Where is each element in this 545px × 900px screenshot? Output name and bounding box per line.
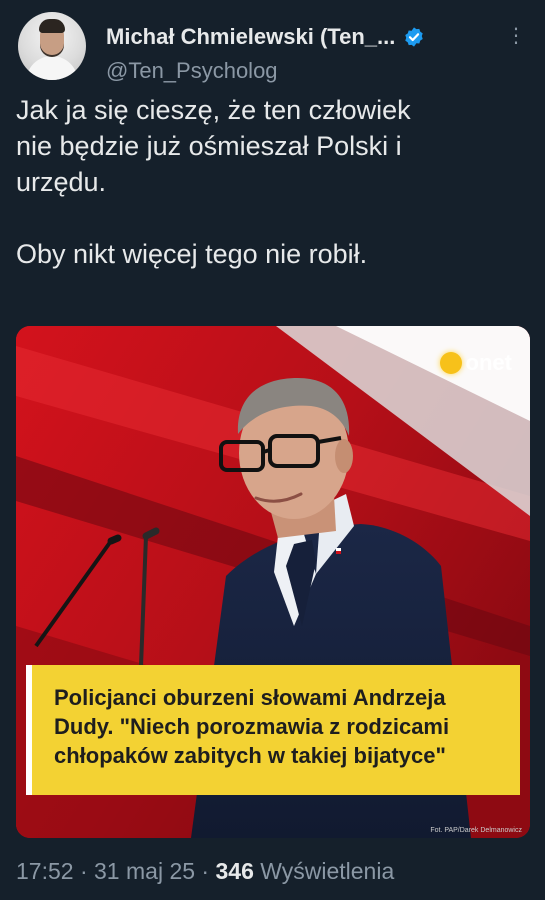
tweet-line: urzędu.: [16, 167, 107, 197]
meta-separator: ·: [79, 858, 88, 884]
author-handle[interactable]: @Ten_Psycholog: [106, 58, 278, 84]
tweet-line: nie będzie już ośmieszał Polski i: [16, 131, 402, 161]
headline-caption: Policjanci oburzeni słowami Andrzeja Dud…: [26, 665, 520, 795]
views-label[interactable]: Wyświetlenia: [260, 858, 394, 884]
onet-dot-icon: [439, 352, 462, 374]
author-name-row: Michał Chmielewski (Ten_...: [106, 24, 425, 50]
caption-line: Policjanci oburzeni słowami Andrzeja: [54, 685, 446, 710]
caption-line: chłopaków zabitych w takiej bijatyce": [54, 743, 446, 768]
meta-separator: ·: [201, 858, 210, 884]
avatar-shirt: [26, 56, 78, 80]
tweet-header: Michał Chmielewski (Ten_... ⋮ @Ten_Psych…: [18, 12, 530, 84]
avatar[interactable]: [18, 12, 86, 80]
avatar-hair: [39, 19, 65, 33]
onet-logo: onet: [439, 350, 512, 376]
views-count[interactable]: 346: [215, 858, 253, 884]
photo-credit: Fot. PAP/Darek Delmanowicz: [430, 827, 522, 834]
caption-line: Dudy. "Niech porozmawia z rodzicami: [54, 714, 450, 739]
tweet-time[interactable]: 17:52: [16, 858, 74, 884]
onet-logo-text: onet: [465, 350, 512, 375]
tweet-line: Oby nikt więcej tego nie robił.: [16, 239, 368, 269]
more-options-icon[interactable]: ⋮: [506, 26, 526, 46]
tweet-meta: 17:52 · 31 maj 25 · 346 Wyświetlenia: [16, 858, 394, 885]
tweet-date[interactable]: 31 maj 25: [94, 858, 195, 884]
verified-badge-icon: [405, 27, 424, 47]
tweet-line: Jak ja się cieszę, że ten człowiek: [16, 95, 411, 125]
author-display-name[interactable]: Michał Chmielewski (Ten_...: [106, 24, 395, 50]
tweet-text: Jak ja się cieszę, że ten człowiek nie b…: [16, 92, 528, 272]
tweet-media[interactable]: onet Policjanci oburzeni słowami Andrzej…: [16, 326, 530, 838]
